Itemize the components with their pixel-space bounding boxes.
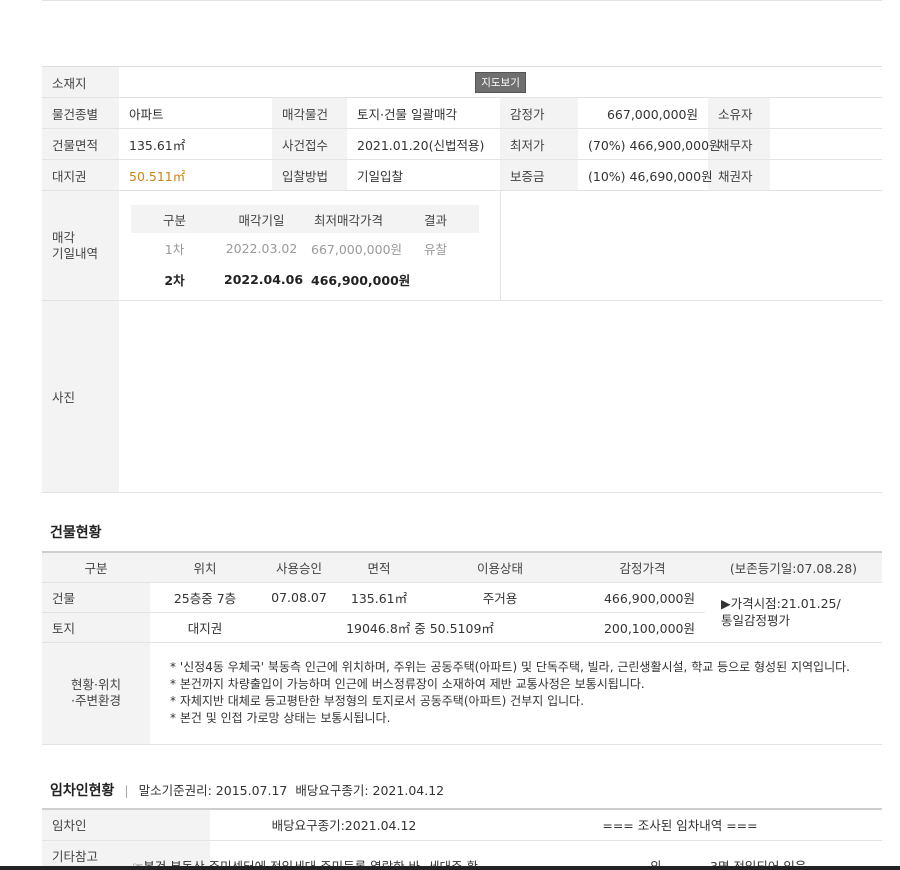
map-view-button[interactable]: 지도보기 (475, 71, 526, 93)
property-info-table: 소재지 지도보기 물건종별 아파트 매각물건 토지·건물 일괄매각 감정가 66… (42, 66, 883, 493)
col-price: 감정가격 (580, 552, 705, 583)
row-use: 주거용 (420, 582, 580, 613)
history-header-result: 결과 (392, 205, 479, 233)
history-price: 466,900,000원 (311, 273, 411, 288)
history-result: 유찰 (423, 242, 447, 257)
row-area: 19046.8㎡ 중 50.5109㎡ (260, 612, 580, 643)
tenant-table: 임차인 배당요구종기:2021.04.12 === 조사된 임차내역 === 기… (42, 808, 882, 870)
type-value: 아파트 (119, 97, 272, 129)
table-row: 2차 2022.04.06 466,900,000원 (131, 264, 479, 295)
survey-title: === 조사된 임차내역 === (478, 809, 882, 841)
environment-line: * '신정4동 우체국' 북동측 인근에 위치하며, 주위는 공동주택(아파트)… (170, 660, 850, 674)
area-label: 건물면적 (42, 128, 119, 160)
top-blank-area (42, 0, 882, 66)
table-row: 건물 25층중 7층 07.08.07 135.61㎡ 주거용 466,900,… (42, 582, 882, 643)
environment-text: * '신정4동 우체국' 북동측 인근에 위치하며, 주위는 공동주택(아파트)… (150, 642, 882, 745)
tenant-header: 임차인현황 | 말소기준권리: 2015.07.17 배당요구종기: 2021.04… (50, 783, 445, 799)
row-location: 대지권 (150, 612, 260, 643)
building-status-table: 구분 위치 사용승인 면적 이용상태 감정가격 (보존등기일:07.08.28)… (42, 551, 882, 745)
history-header-date: 매각기일 (218, 205, 305, 233)
table-header-row: 구분 위치 사용승인 면적 이용상태 감정가격 (보존등기일:07.08.28) (42, 552, 882, 583)
debtor-label: 채무자 (708, 128, 770, 160)
tenant-status-title: 임차인현황 (50, 783, 115, 799)
col-registry-date: (보존등기일:07.08.28) (705, 552, 882, 583)
auction-history-label: 매각 기일내역 (42, 190, 119, 301)
dividend-deadline-text: 배당요구종기: 2021.04.12 (295, 783, 445, 798)
history-header-price: 최저매각가격 (305, 205, 392, 233)
row-kind: 토지 (42, 612, 150, 643)
owner-label: 소유자 (708, 97, 770, 129)
col-location: 위치 (150, 552, 260, 583)
col-area: 면적 (338, 552, 420, 583)
auction-history-cell: 구분 매각기일 최저매각가격 결과 1차 2022.03.02 667,000,… (119, 190, 500, 301)
type-label: 물건종별 (42, 97, 119, 129)
tenant-deadline: 배당요구종기:2021.04.12 (210, 809, 478, 841)
land-right-label: 대지권 (42, 159, 119, 191)
table-row: 임차인 배당요구종기:2021.04.12 === 조사된 임차내역 === (42, 809, 882, 841)
creditor-label: 채권자 (708, 159, 770, 191)
row-kind: 건물 (42, 582, 150, 613)
history-round: 1차 (164, 242, 185, 257)
appraisal-value: 667,000,000원 (578, 97, 708, 129)
case-value: 2021.01.20(신법적용) (347, 128, 500, 160)
bid-method-label: 입찰방법 (272, 159, 347, 191)
history-header-round: 구분 (131, 205, 218, 233)
debtor-value (770, 128, 883, 160)
sale-item-label: 매각물건 (272, 97, 347, 129)
base-right-text: 말소기준권리: 2015.07.17 (138, 783, 288, 798)
tenant-label: 임차인 (42, 809, 210, 841)
sale-item-value: 토지·건물 일괄매각 (347, 97, 500, 129)
auction-history-table: 구분 매각기일 최저매각가격 결과 1차 2022.03.02 667,000,… (131, 205, 479, 295)
environment-line: * 자체지반 대체로 등고평탄한 부정형의 토지로서 공동주택(아파트) 건부지… (170, 694, 585, 708)
bottom-bar (0, 866, 900, 870)
min-price-value: (70%) 466,900,000원 (578, 128, 721, 160)
deposit-label: 보증금 (500, 159, 578, 191)
table-row: 1차 2022.03.02 667,000,000원 유찰 (131, 233, 479, 264)
col-approval: 사용승인 (260, 552, 338, 583)
photo-label: 사진 (42, 300, 119, 493)
row-approval: 07.08.07 (260, 582, 338, 613)
row-location: 25층중 7층 (150, 582, 260, 613)
col-use: 이용상태 (420, 552, 580, 583)
history-date: 2022.04.06 (224, 272, 304, 287)
row-price: 200,100,000원 (580, 612, 705, 643)
land-right-value: 50.511㎡ (119, 159, 272, 191)
building-status-title: 건물현황 (50, 525, 102, 541)
deposit-value: (10%) 46,690,000원 (578, 159, 713, 191)
area-value: 135.61㎡ (119, 128, 272, 160)
price-note: ▶가격시점:21.01.25/ 통일감정평가 (705, 582, 882, 643)
row-price: 466,900,000원 (580, 582, 705, 613)
environment-line: * 본건 및 인접 가로망 상태는 보통시됩니다. (170, 711, 391, 725)
location-value: 지도보기 (119, 66, 883, 98)
history-round: 2차 (164, 273, 185, 288)
history-empty-area (499, 190, 883, 301)
col-kind: 구분 (42, 552, 150, 583)
location-label: 소재지 (42, 66, 119, 98)
owner-value (770, 97, 883, 129)
environment-line: * 본건까지 차량출입이 가능하며 인근에 버스정류장이 소재하여 제반 교통사… (170, 677, 645, 691)
environment-label: 현황·위치 ·주변환경 (42, 642, 150, 745)
table-row: 현황·위치 ·주변환경 * '신정4동 우체국' 북동측 인근에 위치하며, 주… (42, 642, 882, 745)
min-price-label: 최저가 (500, 128, 578, 160)
row-area: 135.61㎡ (338, 582, 420, 613)
bid-method-value: 기일입찰 (347, 159, 500, 191)
photo-area (119, 300, 883, 493)
history-date: 2022.03.02 (225, 241, 298, 256)
history-price: 667,000,000원 (311, 242, 403, 257)
creditor-value (770, 159, 883, 191)
case-label: 사건접수 (272, 128, 347, 160)
appraisal-label: 감정가 (500, 97, 578, 129)
